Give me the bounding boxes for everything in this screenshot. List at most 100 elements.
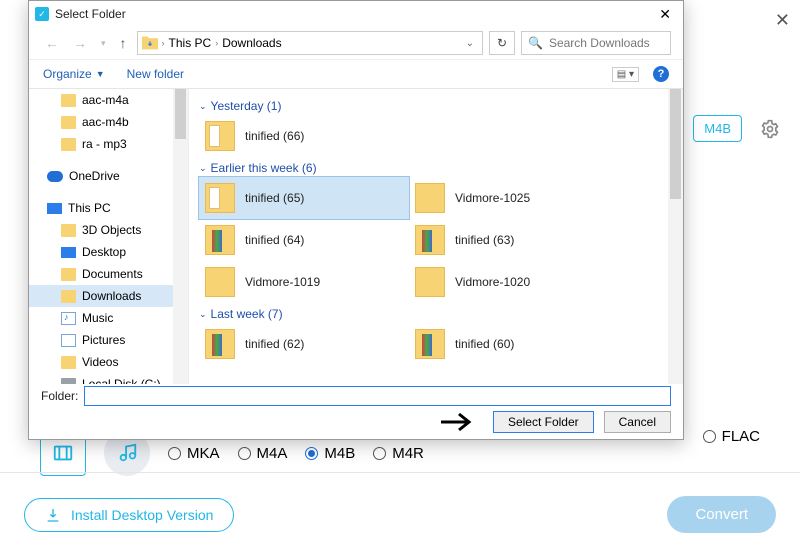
radio-m4b[interactable]: M4B <box>305 445 355 462</box>
group-header[interactable]: ⌄ Yesterday (1) <box>199 99 679 113</box>
tree-item-label: Videos <box>82 355 118 369</box>
breadcrumb[interactable]: › This PC › Downloads ⌄ <box>137 31 483 55</box>
tree-item[interactable]: Downloads <box>29 285 188 307</box>
tree-item[interactable]: 3D Objects <box>29 219 188 241</box>
folder-icon <box>61 138 76 151</box>
folder-item-label: tinified (65) <box>245 191 304 205</box>
organize-menu[interactable]: Organize ▼ <box>43 67 105 81</box>
app-icon: ✓ <box>35 7 49 21</box>
tree-item-label: Desktop <box>82 245 126 259</box>
nav-recent-icon[interactable]: ▾ <box>97 36 110 51</box>
folder-input-row: Folder: <box>29 383 683 409</box>
crumb-dropdown-icon[interactable]: ⌄ <box>462 38 478 49</box>
folder-item[interactable]: Vidmore-1019 <box>199 261 409 303</box>
format-badge[interactable]: M4B <box>693 115 742 142</box>
folder-icon <box>415 225 445 255</box>
music-icon <box>61 312 76 325</box>
group-header[interactable]: ⌄ Last week (7) <box>199 307 679 321</box>
chevron-down-icon: ⌄ <box>199 101 207 112</box>
folder-item-label: tinified (66) <box>245 129 304 143</box>
dialog-titlebar: ✓ Select Folder ✕ <box>29 1 683 27</box>
tree-item[interactable]: aac-m4b <box>29 111 188 133</box>
group-header[interactable]: ⌄ Earlier this week (6) <box>199 161 679 175</box>
folder-icon <box>205 267 235 297</box>
folder-item-label: tinified (62) <box>245 337 304 351</box>
tree-scrollbar[interactable] <box>173 89 188 384</box>
folder-icon <box>205 121 235 151</box>
nav-tree[interactable]: aac-m4aaac-m4bra - mp3 OneDrive This PC 3D … <box>29 89 189 384</box>
tree-item[interactable]: This PC <box>29 197 188 219</box>
folder-content[interactable]: ⌄ Yesterday (1) tinified (66) ⌄ Earlier th… <box>189 89 683 384</box>
folder-icon <box>205 183 235 213</box>
folder-icon <box>205 329 235 359</box>
pic-icon <box>61 334 76 347</box>
nav-forward-icon[interactable]: → <box>69 33 91 53</box>
content-scrollbar[interactable] <box>668 89 683 384</box>
folder-item-label: tinified (64) <box>245 233 304 247</box>
dialog-toolbar: Organize ▼ New folder ▤ ▾ ? <box>29 59 683 89</box>
folder-item[interactable]: tinified (66) <box>199 115 409 157</box>
folder-input[interactable] <box>84 386 671 406</box>
pointer-arrow-icon <box>439 411 479 433</box>
gear-icon[interactable] <box>760 119 780 139</box>
nav-up-icon[interactable]: ↑ <box>116 33 131 53</box>
tree-item-label: Documents <box>82 267 143 281</box>
folder-item[interactable]: tinified (62) <box>199 323 409 365</box>
folder-icon <box>415 267 445 297</box>
folder-icon <box>61 356 76 369</box>
view-options-icon[interactable]: ▤ ▾ <box>612 67 639 82</box>
convert-button[interactable]: Convert <box>667 496 776 533</box>
pc-icon <box>61 247 76 258</box>
pc-icon <box>47 203 62 214</box>
folder-item[interactable]: tinified (64) <box>199 219 409 261</box>
cancel-button[interactable]: Cancel <box>604 411 671 433</box>
crumb-current[interactable]: Downloads <box>222 36 281 50</box>
tree-item[interactable]: OneDrive <box>29 165 188 187</box>
tree-item-label: This PC <box>68 201 111 215</box>
tree-item[interactable]: Videos <box>29 351 188 373</box>
install-desktop-button[interactable]: Install Desktop Version <box>24 498 234 532</box>
folder-item-label: tinified (60) <box>455 337 514 351</box>
tree-item[interactable]: aac-m4a <box>29 89 188 111</box>
folder-item[interactable]: tinified (63) <box>409 219 619 261</box>
folder-icon <box>61 116 76 129</box>
help-icon[interactable]: ? <box>653 66 669 82</box>
chevron-right-icon: › <box>215 38 218 48</box>
search-input[interactable]: 🔍 Search Downloads <box>521 31 671 55</box>
folder-icon <box>61 94 76 107</box>
folder-item-label: tinified (63) <box>455 233 514 247</box>
folder-item[interactable]: tinified (60) <box>409 323 619 365</box>
new-folder-button[interactable]: New folder <box>127 67 184 81</box>
tree-item-label: 3D Objects <box>82 223 141 237</box>
bg-close-icon[interactable]: ✕ <box>775 10 790 31</box>
close-icon[interactable]: ✕ <box>653 6 677 23</box>
chevron-down-icon: ⌄ <box>199 309 207 320</box>
nav-back-icon[interactable]: ← <box>41 33 63 53</box>
tree-item[interactable]: Documents <box>29 263 188 285</box>
tree-item[interactable]: Music <box>29 307 188 329</box>
tree-item[interactable]: ra - mp3 <box>29 133 188 155</box>
bg-format-row: M4B <box>693 115 780 142</box>
select-folder-dialog: ✓ Select Folder ✕ ← → ▾ ↑ › This PC › Do… <box>28 0 684 440</box>
folder-label: Folder: <box>41 389 78 403</box>
radio-m4r[interactable]: M4R <box>373 445 424 462</box>
folder-item[interactable]: Vidmore-1025 <box>409 177 619 219</box>
search-placeholder: Search Downloads <box>549 36 650 50</box>
download-icon <box>45 507 61 523</box>
refresh-icon[interactable]: ↻ <box>489 31 515 55</box>
radio-m4a[interactable]: M4A <box>238 445 288 462</box>
chevron-right-icon: › <box>162 38 165 48</box>
folder-item[interactable]: tinified (65) <box>199 177 409 219</box>
select-folder-button[interactable]: Select Folder <box>493 411 594 433</box>
tree-item[interactable]: Desktop <box>29 241 188 263</box>
folder-icon <box>61 224 76 237</box>
tree-item[interactable]: Pictures <box>29 329 188 351</box>
folder-icon <box>61 268 76 281</box>
folder-down-icon <box>142 36 158 50</box>
radio-flac[interactable]: FLAC <box>703 428 760 445</box>
tree-item-label: Pictures <box>82 333 125 347</box>
folder-icon <box>61 290 76 303</box>
crumb-root[interactable]: This PC <box>169 36 212 50</box>
folder-item[interactable]: Vidmore-1020 <box>409 261 619 303</box>
radio-mka[interactable]: MKA <box>168 445 220 462</box>
